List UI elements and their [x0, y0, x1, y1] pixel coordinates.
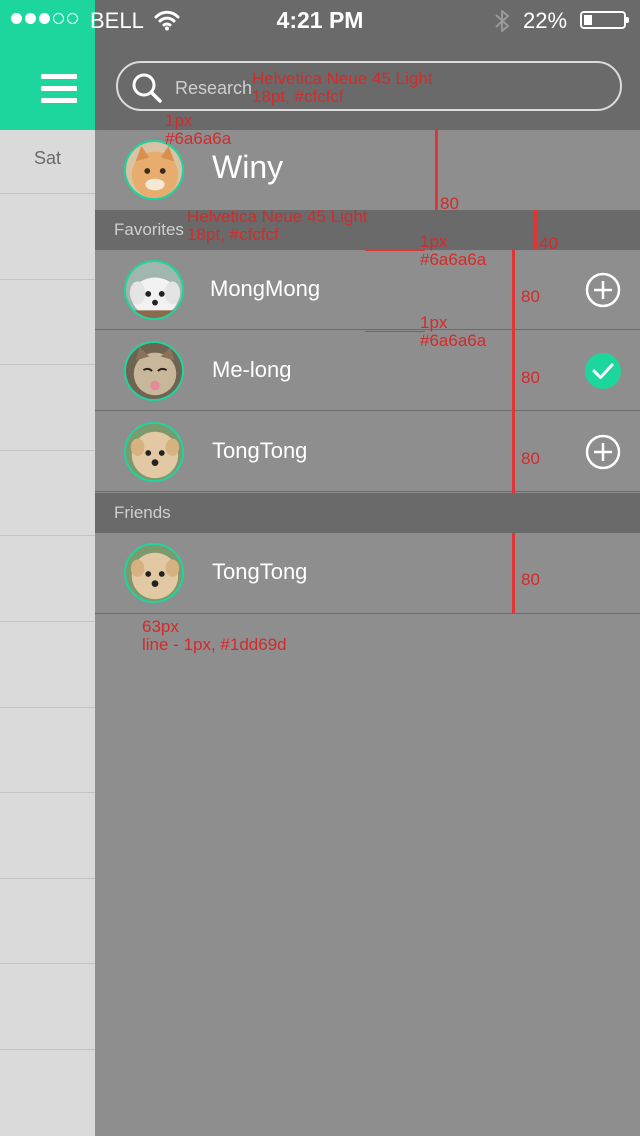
annotation: Helvetica Neue 45 Light [252, 69, 433, 88]
annotation: 80 [440, 194, 459, 213]
calendar-divider [0, 450, 95, 451]
add-icon[interactable] [585, 272, 621, 308]
annotation: 18pt, #cfcfcf [187, 225, 279, 244]
calendar-divider [0, 621, 95, 622]
annotation: 1px [420, 313, 448, 332]
annotation-line [512, 533, 515, 614]
calendar-divider [0, 963, 95, 964]
calendar-divider [0, 364, 95, 365]
check-icon[interactable] [585, 353, 621, 389]
list-item[interactable]: TongTong [95, 412, 640, 492]
annotation-line [435, 130, 438, 210]
annotation: 80 [521, 287, 540, 306]
list-item[interactable]: Me-long [95, 331, 640, 411]
contact-name: TongTong [212, 438, 308, 463]
annotation: 63px [142, 617, 179, 636]
day-label: Sat [0, 130, 95, 194]
annotation: line - 1px, #1dd69d [142, 635, 287, 654]
list-item[interactable]: TongTong [95, 533, 640, 614]
annotation: 80 [521, 570, 540, 589]
status-bar: BELL 4:21 PM 22% [0, 0, 640, 40]
avatar [124, 260, 184, 320]
calendar-divider [0, 792, 95, 793]
calendar-divider [0, 878, 95, 879]
battery-percent: 22% [523, 8, 568, 33]
add-icon[interactable] [585, 434, 621, 470]
annotation: 80 [521, 368, 540, 387]
contact-name: TongTong [212, 559, 308, 584]
avatar [124, 140, 184, 200]
annotation-line [365, 250, 425, 251]
contact-name: MongMong [210, 276, 321, 301]
search-icon [132, 73, 162, 103]
annotation: 40 [539, 234, 558, 253]
calendar-divider [0, 707, 95, 708]
annotation-line [534, 210, 537, 250]
annotation: #6a6a6a [420, 331, 487, 350]
annotation: #6a6a6a [165, 129, 232, 148]
annotation-line [512, 250, 515, 493]
calendar-divider [0, 535, 95, 536]
avatar [124, 422, 184, 482]
annotation: 80 [521, 449, 540, 468]
battery-icon [580, 11, 629, 29]
list-item[interactable]: MongMong [95, 250, 640, 330]
calendar-divider [0, 279, 95, 280]
hamburger-icon[interactable] [41, 74, 77, 104]
friends-header: Friends [95, 493, 640, 533]
contact-name: Me-long [212, 357, 292, 382]
section-title: Friends [114, 503, 171, 522]
bluetooth-icon [495, 10, 509, 32]
annotation-line [108, 129, 168, 130]
annotation: Helvetica Neue 45 Light [187, 207, 368, 226]
avatar [124, 341, 184, 401]
annotation: 1px [420, 232, 448, 251]
section-title: Favorites [114, 220, 184, 239]
annotation-line [365, 331, 425, 332]
profile-name: Winy [212, 149, 284, 185]
annotation: 18pt, #cfcfcf [252, 87, 344, 106]
annotation: 1px [165, 111, 193, 130]
calendar-divider [0, 1049, 95, 1050]
annotation: #6a6a6a [420, 250, 487, 269]
avatar [124, 543, 184, 603]
